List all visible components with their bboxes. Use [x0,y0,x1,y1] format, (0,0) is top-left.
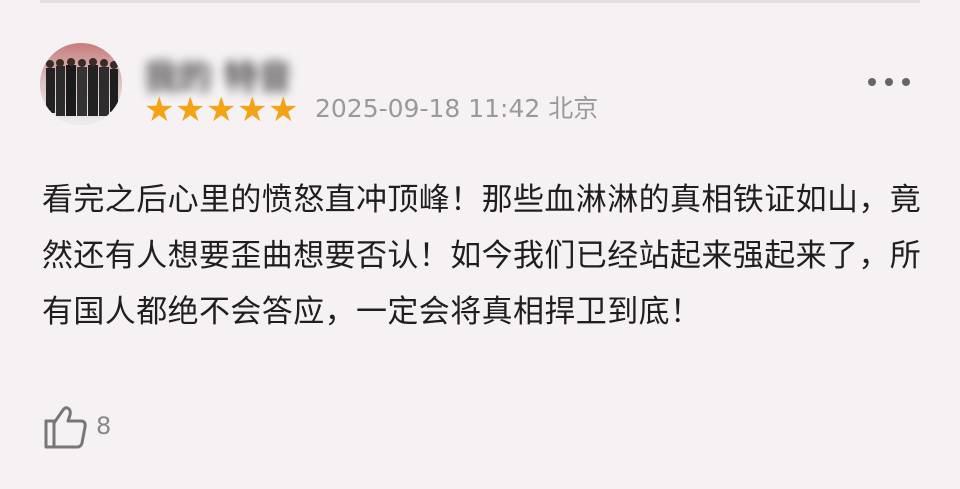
star-icon: ★ [237,90,268,130]
comment-timestamp: 2025-09-18 11:42 北京 [315,94,599,123]
more-button[interactable] [866,70,912,94]
comment-card: 我的 特音 ★ ★ ★ ★ ★ 2025-09-18 11:42 北京 看完之后… [0,0,960,489]
star-icon: ★ [206,90,237,130]
like-button[interactable]: 8 [40,401,111,451]
star-icon: ★ [268,90,299,130]
star-icon: ★ [175,90,206,130]
more-icon [902,78,910,86]
comment-text: 看完之后心里的愤怒直冲顶峰！那些血淋淋的真相铁证如山，竟然还有人想要歪曲想要否认… [42,182,922,330]
avatar[interactable] [40,43,122,125]
avatar-image [40,43,122,125]
like-count: 8 [96,412,112,440]
username[interactable]: 我的 特音 [144,50,292,98]
thumbs-up-icon [44,406,87,449]
more-icon [885,78,893,86]
star-icon: ★ [144,90,175,130]
more-icon [868,78,876,86]
rating-stars: ★ ★ ★ ★ ★ [144,92,299,128]
